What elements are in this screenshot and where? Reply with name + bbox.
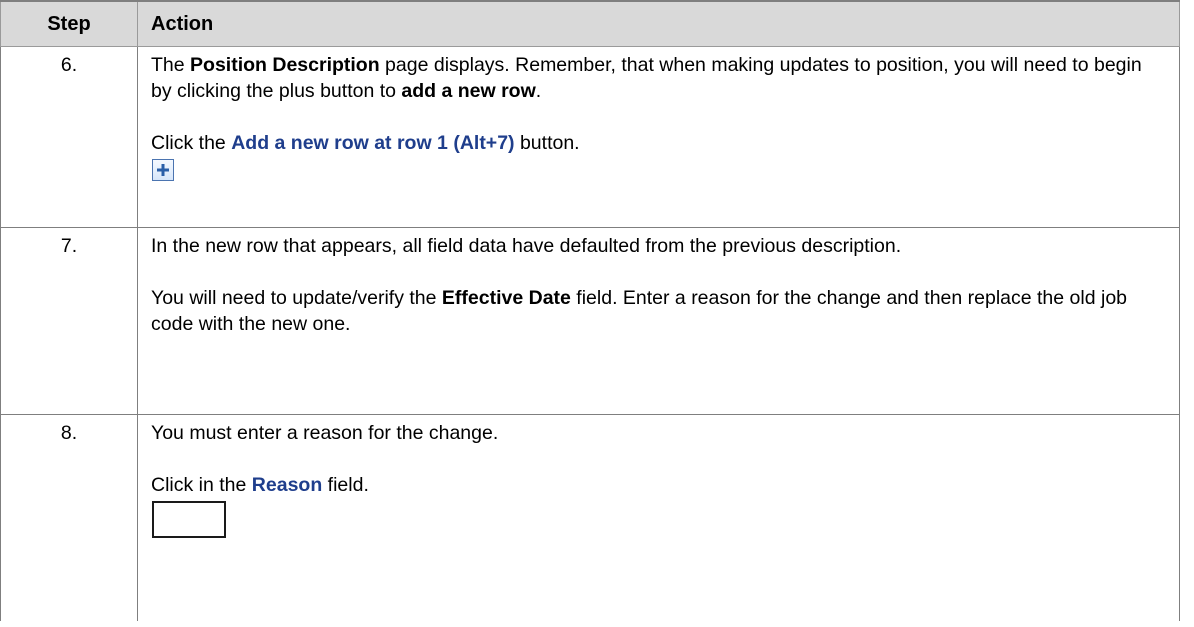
text-run: The: [151, 54, 191, 76]
action-paragraph: The Position Description page displays. …: [151, 52, 1165, 104]
field-name-emphasis: Reason: [251, 474, 323, 496]
instruction-paragraph: You will need to update/verify the Effec…: [151, 285, 1165, 337]
field-name-emphasis: Effective Date: [441, 287, 571, 309]
header-row: Step Action: [0, 0, 1180, 47]
step-number: 6.: [0, 46, 138, 228]
table-row: 8. You must enter a reason for the chang…: [0, 414, 1180, 621]
text-run: .: [535, 80, 542, 102]
table-row: 7. In the new row that appears, all fiel…: [0, 227, 1180, 415]
action-paragraph: In the new row that appears, all field d…: [151, 235, 902, 257]
table-row: 6. The Position Description page display…: [0, 46, 1180, 228]
instruction-paragraph: Click in the Reason field.: [151, 472, 1165, 498]
plus-icon: [157, 164, 169, 176]
page-name-emphasis: Position Description: [190, 54, 380, 76]
action-paragraph: You must enter a reason for the change.: [151, 422, 499, 444]
text-run: button.: [514, 132, 580, 154]
action-cell: In the new row that appears, all field d…: [137, 227, 1180, 415]
reason-field[interactable]: [152, 501, 226, 538]
button-name-emphasis: Add a new row at row 1 (Alt+7): [231, 132, 515, 154]
step-number: 8.: [0, 414, 138, 621]
text-run: Click in the: [151, 474, 252, 496]
add-row-plus-icon[interactable]: [152, 159, 174, 181]
action-cell: The Position Description page displays. …: [137, 46, 1180, 228]
text-run: You will need to update/verify the: [151, 287, 442, 309]
step-column-header: Step: [0, 0, 138, 47]
instruction-paragraph: Click the Add a new row at row 1 (Alt+7)…: [151, 130, 1165, 156]
text-run: field.: [322, 474, 369, 496]
steps-table: Step Action 6. The Position Description …: [0, 0, 1180, 621]
action-column-header: Action: [137, 0, 1180, 47]
step-number: 7.: [0, 227, 138, 415]
add-row-emphasis: add a new row: [401, 80, 536, 102]
action-cell: You must enter a reason for the change. …: [137, 414, 1180, 621]
text-run: Click the: [151, 132, 232, 154]
